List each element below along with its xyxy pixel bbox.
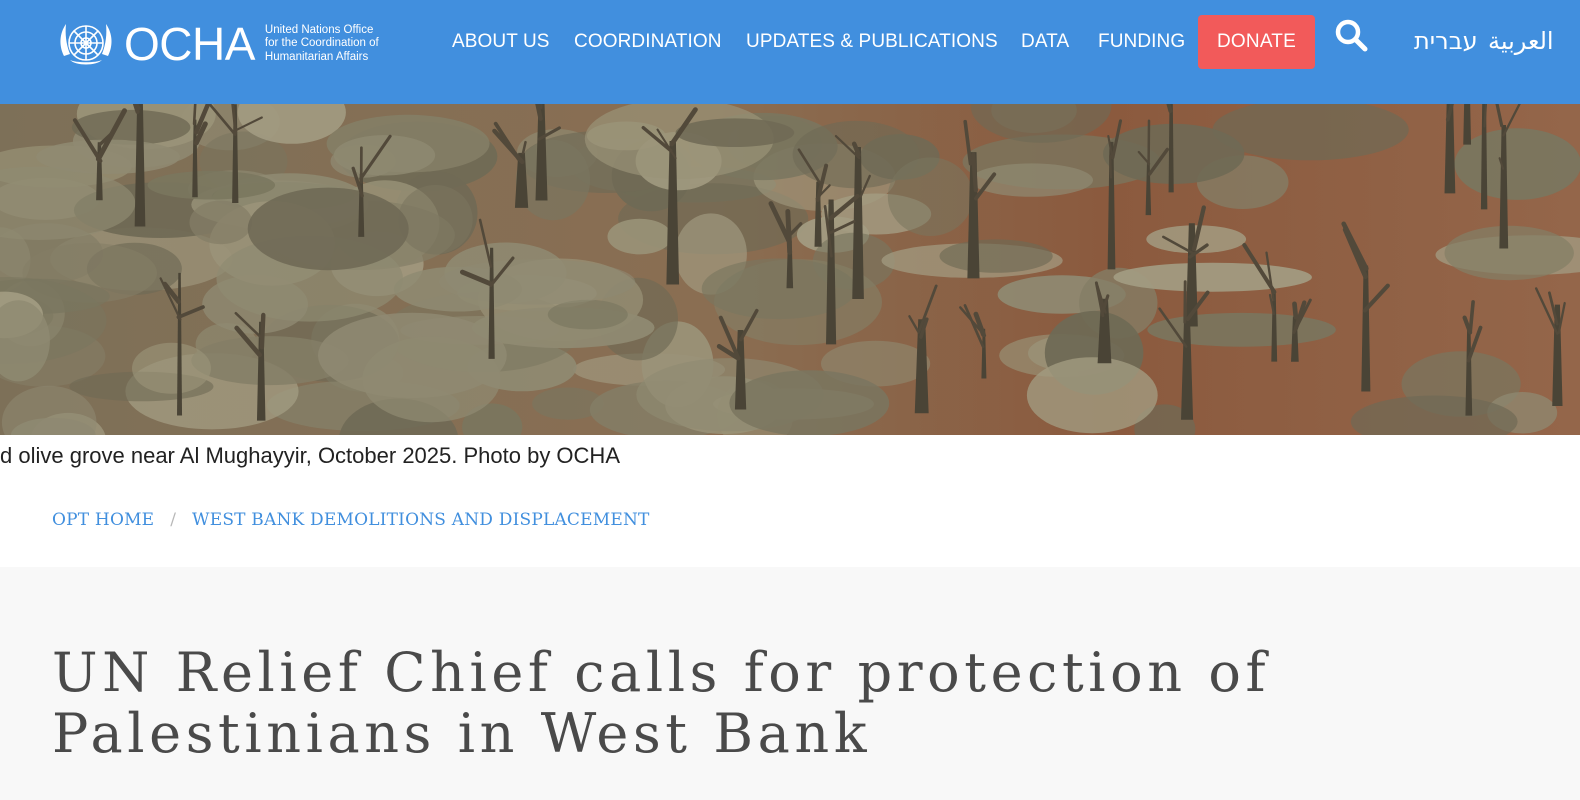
donate-button[interactable]: DONATE: [1198, 15, 1315, 69]
breadcrumb-separator: /: [170, 510, 177, 530]
breadcrumb: OPT HOME / WEST BANK DEMOLITIONS AND DIS…: [52, 510, 650, 530]
nav-item-funding[interactable]: FUNDING: [1098, 28, 1185, 56]
hero-caption: d olive grove near Al Mughayyir, October…: [0, 443, 620, 468]
hero-image: [0, 104, 1580, 435]
language-arabic-link[interactable]: العربية: [1488, 26, 1554, 56]
language-hebrew-link[interactable]: עברית: [1414, 26, 1478, 56]
site-header: OCHA United Nations Office for the Coord…: [0, 0, 1580, 104]
nav-item-data[interactable]: DATA: [1021, 28, 1069, 56]
nav-item-updates-publications[interactable]: UPDATES & PUBLICATIONS: [746, 28, 998, 56]
logo-subtitle-line: for the Coordination of: [264, 37, 379, 50]
search-icon: [1335, 19, 1368, 52]
page-title: UN Relief Chief calls for protection of …: [52, 641, 1271, 765]
nav-item-about-us[interactable]: ABOUT US: [452, 28, 550, 56]
olive-grove-photo: [0, 104, 1580, 435]
search-button[interactable]: [1334, 18, 1370, 54]
breadcrumb-item-opt-home[interactable]: OPT HOME: [52, 510, 154, 530]
logo-subtitle-line: United Nations Office: [264, 23, 374, 36]
logo-wordmark: OCHA: [124, 18, 255, 70]
nav-item-coordination[interactable]: COORDINATION: [574, 28, 722, 56]
un-emblem-icon: [60, 24, 112, 65]
breadcrumb-item-west-bank-demolitions[interactable]: WEST BANK DEMOLITIONS AND DISPLACEMENT: [192, 510, 650, 530]
ocha-logo[interactable]: OCHA United Nations Office for the Coord…: [56, 16, 379, 72]
logo-subtitle-line: Humanitarian Affairs: [264, 50, 369, 63]
logo-subtitle: United Nations Office for the Coordinati…: [265, 24, 379, 65]
